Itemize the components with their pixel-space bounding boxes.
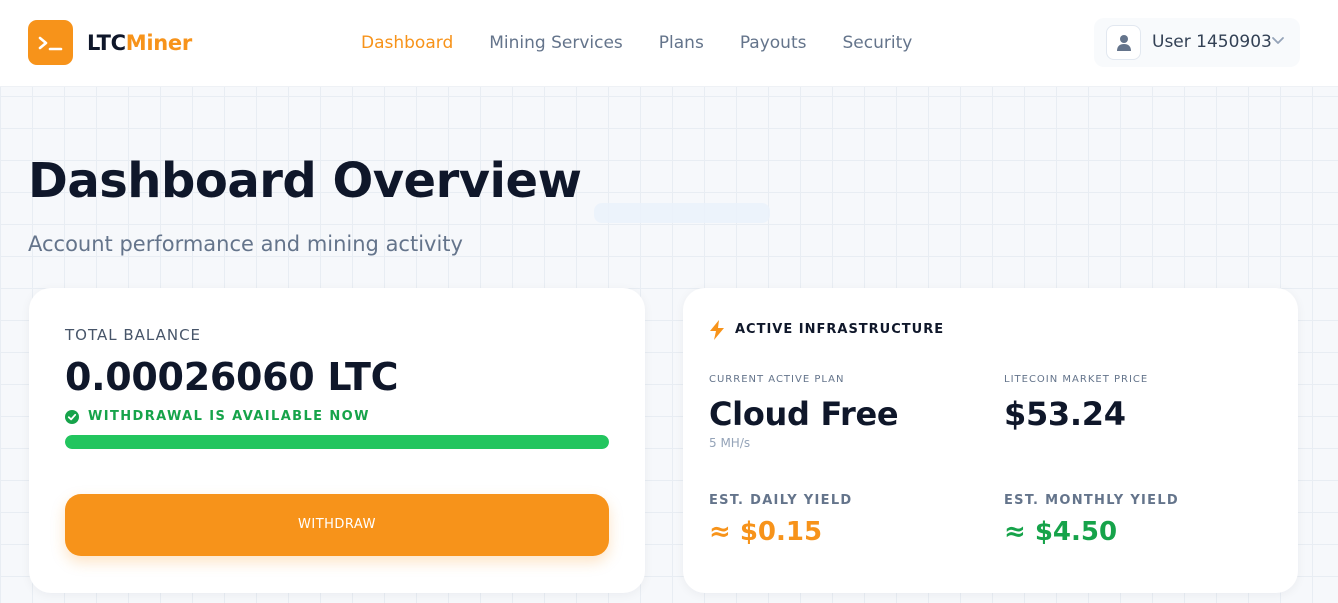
monthly-yield-stat: EST. MONTHLY YIELD ≈ $4.50 bbox=[1004, 493, 1179, 548]
monthly-yield-value: ≈ $4.50 bbox=[1004, 517, 1118, 547]
infrastructure-header: ACTIVE INFRASTRUCTURE bbox=[709, 320, 944, 340]
page-subtitle: Account performance and mining activity bbox=[28, 232, 463, 256]
daily-yield-stat: EST. DAILY YIELD ≈ $0.15 bbox=[709, 493, 853, 548]
nav-item-dashboard[interactable]: Dashboard bbox=[361, 31, 453, 55]
current-plan-stat: CURRENT ACTIVE PLAN Cloud Free 5 MH/s bbox=[709, 374, 899, 451]
decorative-blur-pill bbox=[594, 203, 770, 223]
withdraw-status-text: WITHDRAWAL IS AVAILABLE NOW bbox=[88, 409, 370, 424]
terminal-prompt-icon[interactable] bbox=[28, 20, 73, 65]
monthly-yield-label: EST. MONTHLY YIELD bbox=[1004, 493, 1180, 508]
brand-part-ltc: LTC bbox=[87, 31, 126, 55]
nav-item-payouts[interactable]: Payouts bbox=[740, 31, 807, 55]
withdraw-progress-bar bbox=[65, 435, 609, 449]
brand-part-miner: Miner bbox=[125, 31, 192, 55]
infrastructure-title: ACTIVE INFRASTRUCTURE bbox=[735, 322, 945, 337]
lightning-bolt-icon bbox=[710, 320, 724, 340]
brand-logo-text[interactable]: LTCMiner bbox=[87, 30, 192, 56]
nav-item-mining-services[interactable]: Mining Services bbox=[489, 31, 623, 55]
daily-yield-label: EST. DAILY YIELD bbox=[709, 493, 853, 508]
withdraw-button[interactable]: WITHDRAW bbox=[65, 494, 609, 556]
current-plan-hashrate: 5 MH/s bbox=[709, 436, 751, 450]
market-price-stat: LITECOIN MARKET PRICE $53.24 bbox=[1004, 374, 1148, 434]
user-icon bbox=[1106, 25, 1141, 60]
withdraw-progress-fill bbox=[65, 435, 609, 449]
balance-card: TOTAL BALANCE 0.00026060 LTC WITHDRAWAL … bbox=[29, 288, 645, 593]
market-price-label: LITECOIN MARKET PRICE bbox=[1004, 374, 1149, 385]
balance-label: TOTAL BALANCE bbox=[65, 326, 202, 344]
nav-item-security[interactable]: Security bbox=[842, 31, 912, 55]
market-price-value: $53.24 bbox=[1004, 395, 1126, 433]
current-plan-value: Cloud Free bbox=[709, 395, 899, 433]
main-nav: Dashboard Mining Services Plans Payouts … bbox=[361, 31, 912, 55]
current-plan-label: CURRENT ACTIVE PLAN bbox=[709, 374, 845, 385]
infrastructure-card: ACTIVE INFRASTRUCTURE CURRENT ACTIVE PLA… bbox=[683, 288, 1298, 593]
nav-item-plans[interactable]: Plans bbox=[659, 31, 704, 55]
chevron-down-icon bbox=[1272, 37, 1284, 44]
balance-value: 0.00026060 LTC bbox=[65, 355, 399, 399]
check-circle-icon bbox=[65, 410, 79, 424]
user-name: User 1450903 bbox=[1152, 32, 1272, 52]
top-header: LTCMiner Dashboard Mining Services Plans… bbox=[0, 0, 1338, 87]
dashboard-page: LTCMiner Dashboard Mining Services Plans… bbox=[0, 0, 1338, 603]
withdraw-status: WITHDRAWAL IS AVAILABLE NOW bbox=[65, 409, 370, 425]
user-menu-button[interactable]: User 1450903 bbox=[1094, 18, 1300, 67]
daily-yield-value: ≈ $0.15 bbox=[709, 517, 823, 547]
page-title: Dashboard Overview bbox=[28, 153, 582, 209]
